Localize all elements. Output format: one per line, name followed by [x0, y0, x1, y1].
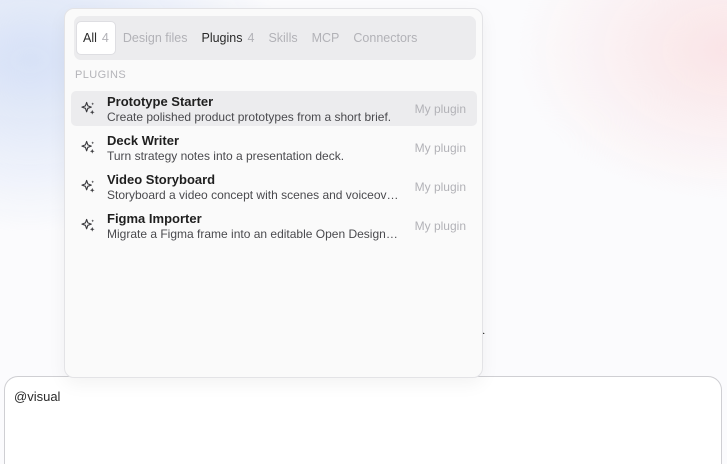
tab-mcp-label: MCP — [311, 31, 340, 45]
plugin-title: Prototype Starter — [107, 94, 214, 109]
plugin-item-deck-writer[interactable]: Deck Writer Turn strategy notes into a p… — [71, 130, 477, 165]
plugin-list: Prototype Starter Create polished produc… — [71, 91, 477, 247]
plugin-item-prototype-starter[interactable]: Prototype Starter Create polished produc… — [71, 91, 477, 126]
tab-plugins-label: Plugins — [201, 31, 243, 45]
section-label: PLUGINS — [75, 69, 127, 81]
plugin-tag: My plugin — [414, 102, 466, 116]
plugin-description: Turn strategy notes into a presentation … — [107, 149, 345, 163]
plugin-tag: My plugin — [414, 219, 466, 233]
tab-skills-label: Skills — [268, 31, 298, 45]
composer-input[interactable]: @visual — [4, 376, 722, 464]
tab-plugins-count: 4 — [247, 31, 255, 45]
tab-design-files-label: Design files — [122, 31, 188, 45]
tab-connectors[interactable]: Connectors — [346, 21, 424, 55]
tab-plugins[interactable]: Plugins 4 — [194, 21, 261, 55]
plugin-tag: My plugin — [414, 180, 466, 194]
tab-all[interactable]: All 4 — [76, 21, 116, 55]
tab-all-label: All — [83, 31, 97, 45]
plugin-tag: My plugin — [414, 141, 466, 155]
tab-design-files[interactable]: Design files — [116, 21, 195, 55]
plugin-item-video-storyboard[interactable]: Video Storyboard Storyboard a video conc… — [71, 169, 477, 204]
plugin-description: Create polished product prototypes from … — [107, 110, 392, 124]
sparkle-icon — [81, 218, 95, 232]
plugin-title: Deck Writer — [107, 133, 180, 148]
plugin-title: Figma Importer — [107, 211, 202, 226]
sparkle-icon — [81, 101, 95, 115]
mention-popup: All 4 Design files Plugins 4 Skills MCP … — [64, 8, 483, 378]
tab-connectors-label: Connectors — [353, 31, 418, 45]
sparkle-icon — [81, 140, 95, 154]
tab-skills[interactable]: Skills — [261, 21, 304, 55]
tab-all-count: 4 — [101, 31, 109, 45]
plugin-description: Migrate a Figma frame into an editable O… — [107, 227, 399, 241]
filter-tabs: All 4 Design files Plugins 4 Skills MCP … — [74, 16, 476, 60]
composer-text: @visual — [14, 389, 61, 404]
plugin-item-figma-importer[interactable]: Figma Importer Migrate a Figma frame int… — [71, 208, 477, 243]
plugin-title: Video Storyboard — [107, 172, 216, 187]
sparkle-icon — [81, 179, 95, 193]
tab-mcp[interactable]: MCP — [305, 21, 347, 55]
plugin-description: Storyboard a video concept with scenes a… — [107, 188, 399, 202]
